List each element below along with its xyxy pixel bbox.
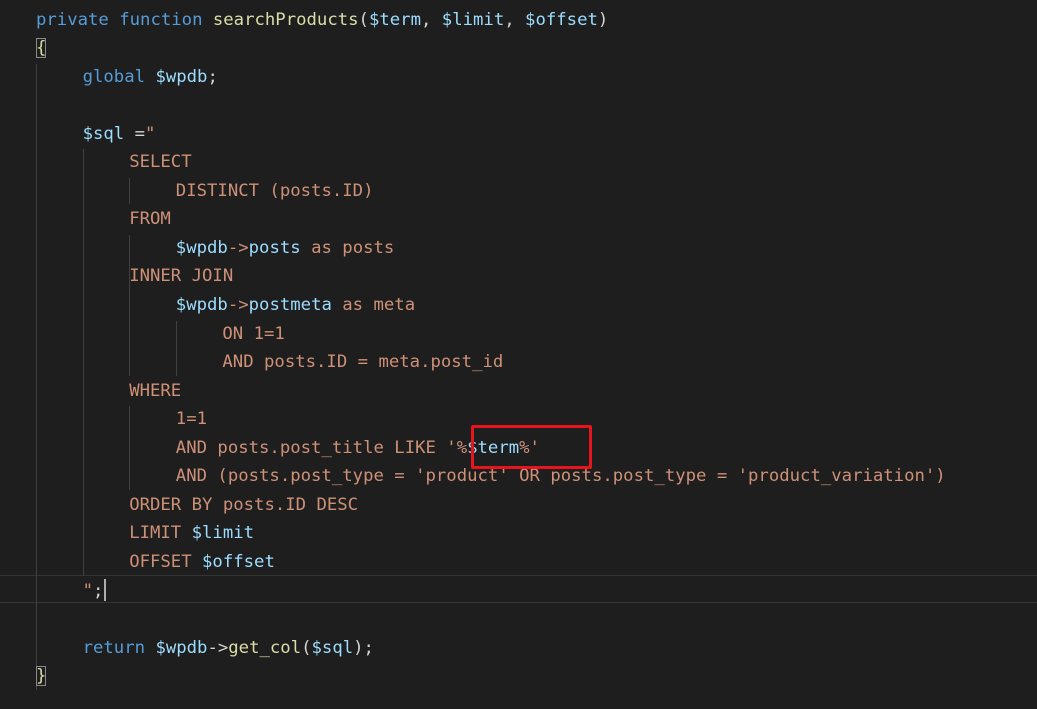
code-line[interactable]: SELECT <box>129 148 191 177</box>
code-token: $wpdb <box>155 66 208 87</box>
code-token: $offset <box>525 9 598 30</box>
code-line[interactable]: private function searchProducts($term, $… <box>36 6 608 35</box>
indent-guide <box>129 234 131 376</box>
code-token: " <box>145 123 156 144</box>
code-line[interactable]: LIMIT $limit <box>129 519 254 548</box>
term-highlight-box <box>471 425 592 469</box>
code-token: , <box>420 9 442 30</box>
code-token: INNER JOIN <box>129 266 234 287</box>
code-token: $limit <box>191 523 255 544</box>
code-token: $sql <box>82 123 125 144</box>
code-token: private <box>36 9 120 30</box>
code-line[interactable]: $sql =" <box>83 120 156 149</box>
code-token: ORDER BY posts.ID DESC <box>129 494 359 515</box>
code-token: ( <box>358 9 369 30</box>
code-line[interactable]: $wpdb->postmeta as meta <box>176 291 415 320</box>
indent-guide <box>129 177 131 205</box>
code-token: OFFSET <box>129 551 203 572</box>
code-token: " <box>82 580 93 601</box>
code-token: ) <box>597 9 609 30</box>
code-token: global <box>82 66 156 87</box>
code-token: AND (posts.post_type = 'product' OR post… <box>175 466 946 487</box>
code-token: ON 1=1 <box>222 323 285 344</box>
code-token: get_col <box>228 637 302 658</box>
code-token: } <box>36 666 47 687</box>
code-token: DISTINCT (posts.ID) <box>175 180 374 201</box>
code-token: as posts <box>300 237 395 258</box>
code-line[interactable]: DISTINCT (posts.ID) <box>176 177 374 206</box>
indent-guide <box>82 149 84 576</box>
code-token: $term <box>368 9 421 30</box>
code-token: searchProducts <box>212 9 359 30</box>
code-token: AND posts.post_title LIKE '% <box>175 437 468 458</box>
code-token: return <box>82 637 156 658</box>
code-token: FROM <box>129 209 171 230</box>
code-token: $sql <box>311 637 354 658</box>
code-token: $wpdb <box>155 637 208 658</box>
code-token: $limit <box>441 9 505 30</box>
code-line[interactable]: "; <box>83 577 104 606</box>
code-token: function <box>119 9 213 30</box>
code-line[interactable]: ORDER BY posts.ID DESC <box>129 491 358 520</box>
code-token: ; <box>207 66 218 87</box>
indent-guide <box>36 63 37 690</box>
current-line-highlight <box>0 575 1037 603</box>
code-line[interactable]: 1=1 <box>176 405 207 434</box>
code-token: { <box>36 38 47 59</box>
code-token: $wpdb <box>175 295 228 315</box>
code-line[interactable]: return $wpdb->get_col($sql); <box>83 634 374 663</box>
code-line[interactable]: $wpdb->posts as posts <box>176 234 395 263</box>
code-token: postmeta <box>248 295 332 315</box>
code-token: ( <box>301 637 312 658</box>
indent-guide <box>129 406 131 490</box>
code-token: = <box>124 123 146 144</box>
code-token: 1=1 <box>175 409 208 430</box>
code-token: posts <box>248 237 301 258</box>
code-token: -> <box>227 237 249 258</box>
code-token: LIMIT <box>129 523 192 544</box>
code-line[interactable]: { <box>36 34 47 63</box>
code-token: -> <box>207 637 229 658</box>
code-token: $wpdb <box>175 237 228 258</box>
code-token: , <box>504 9 526 30</box>
code-editor[interactable]: private function searchProducts($term, $… <box>0 0 1037 709</box>
code-line[interactable]: FROM <box>129 205 171 234</box>
code-line[interactable]: WHERE <box>129 377 181 406</box>
code-token: SELECT <box>129 152 192 173</box>
indent-guide <box>175 320 177 376</box>
code-line[interactable]: AND posts.ID = meta.post_id <box>222 348 503 377</box>
code-token: ); <box>353 637 374 658</box>
code-line[interactable]: OFFSET $offset <box>129 548 275 577</box>
text-cursor <box>104 579 106 601</box>
code-token: $offset <box>202 551 275 572</box>
code-line[interactable]: ON 1=1 <box>222 320 284 349</box>
code-token: -> <box>227 295 249 315</box>
code-token: ; <box>93 580 104 601</box>
code-line[interactable]: global $wpdb; <box>83 63 218 92</box>
code-token: as meta <box>331 295 416 315</box>
code-line[interactable]: INNER JOIN <box>129 262 233 291</box>
code-line[interactable]: } <box>36 662 47 691</box>
code-token: WHERE <box>129 380 182 401</box>
code-token: AND posts.ID = meta.post_id <box>222 352 504 373</box>
